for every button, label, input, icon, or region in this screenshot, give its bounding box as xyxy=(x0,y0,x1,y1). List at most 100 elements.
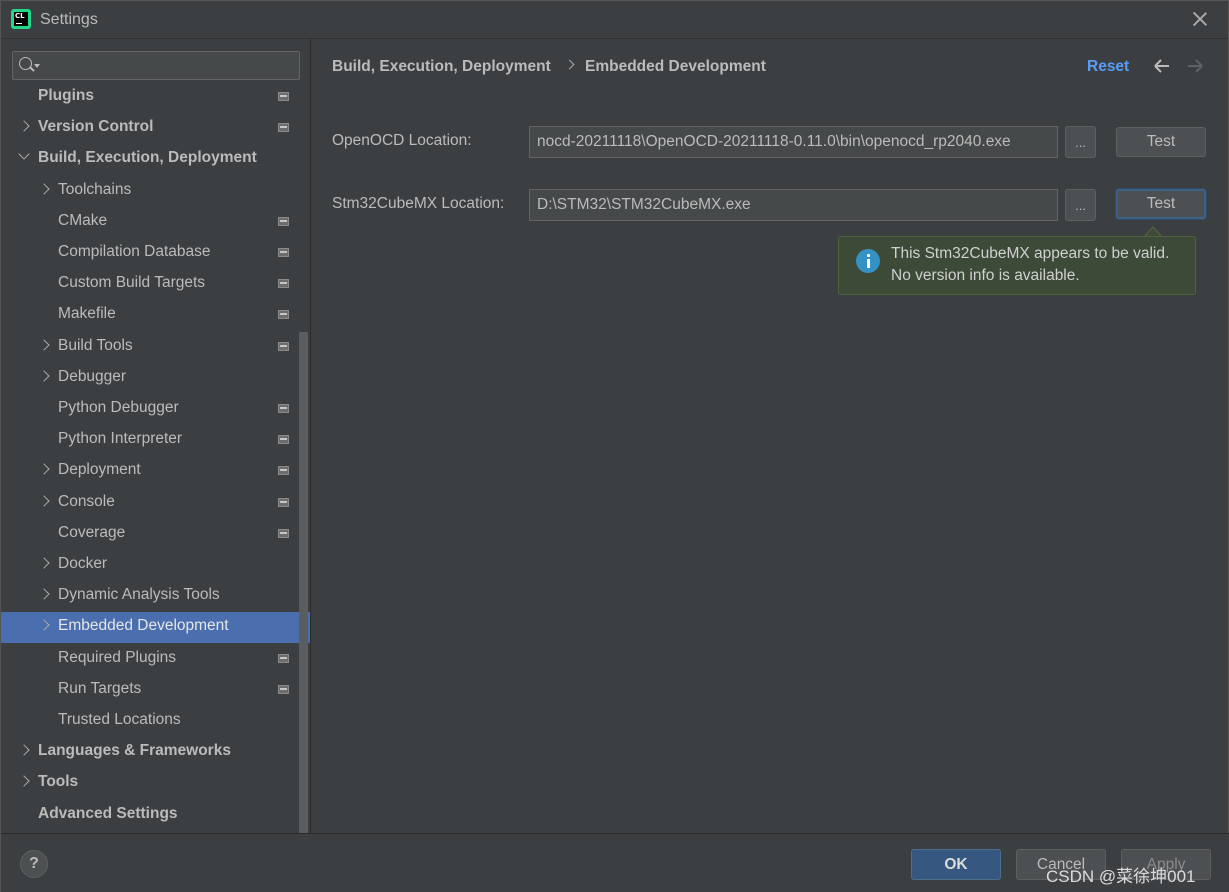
sidebar-item-label: Languages & Frameworks xyxy=(38,742,231,760)
sidebar-item-label: Compilation Database xyxy=(58,243,211,260)
stm32cubemx-location-field[interactable]: D:\STM32\STM32CubeMX.exe xyxy=(529,189,1058,221)
sidebar-item-label: Version Control xyxy=(38,118,154,136)
sidebar-item-trusted-locations[interactable]: Trusted Locations xyxy=(1,706,310,737)
project-level-icon xyxy=(278,341,289,351)
validation-info-balloon: This Stm32CubeMX appears to be valid. No… xyxy=(838,236,1196,295)
sidebar-item-languages-frameworks[interactable]: Languages & Frameworks xyxy=(1,737,310,768)
sidebar-item-build-execution-deployment[interactable]: Build, Execution, Deployment xyxy=(1,144,310,175)
reset-link[interactable]: Reset xyxy=(1087,58,1129,76)
ok-button[interactable]: OK xyxy=(911,849,1001,880)
sidebar-item-label: Build Tools xyxy=(58,336,133,354)
project-level-icon xyxy=(278,279,289,289)
sidebar-item-docker[interactable]: Docker xyxy=(1,550,310,581)
sidebar-item-console[interactable]: Console xyxy=(1,488,310,519)
help-button[interactable]: ? xyxy=(20,850,48,878)
search-icon[interactable] xyxy=(19,57,32,70)
sidebar-item-label: Makefile xyxy=(58,305,116,323)
sidebar-scrollbar[interactable] xyxy=(299,332,308,833)
chevron-right-icon[interactable] xyxy=(18,744,30,756)
project-level-icon xyxy=(278,466,289,476)
openocd-location-field[interactable]: nocd-20211118\OpenOCD-20211118-0.11.0\bi… xyxy=(529,126,1058,158)
sidebar-item-run-targets[interactable]: Run Targets xyxy=(1,675,310,706)
openocd-location-label: OpenOCD Location: xyxy=(332,132,472,149)
back-arrow-icon[interactable] xyxy=(1152,57,1172,75)
sidebar-item-label: Dynamic Analysis Tools xyxy=(58,586,220,604)
chevron-right-icon[interactable] xyxy=(38,463,50,476)
sidebar-item-coverage[interactable]: Coverage xyxy=(1,519,310,550)
sidebar-item-label: Advanced Settings xyxy=(38,804,178,822)
info-icon xyxy=(856,249,880,273)
chevron-right-icon[interactable] xyxy=(38,494,50,507)
sidebar-item-build-tools[interactable]: Build Tools xyxy=(1,332,310,363)
chevron-right-icon[interactable] xyxy=(38,619,50,632)
breadcrumb-current: Embedded Development xyxy=(585,58,766,75)
sidebar-item-label: Embedded Development xyxy=(58,617,229,635)
chevron-right-icon[interactable] xyxy=(38,338,50,351)
sidebar-item-compilation-database[interactable]: Compilation Database xyxy=(1,238,310,269)
sidebar-item-tools[interactable]: Tools xyxy=(1,768,310,799)
sidebar-item-debugger[interactable]: Debugger xyxy=(1,363,310,394)
sidebar-item-label: Deployment xyxy=(58,461,141,479)
dialog-button-bar: ? OK Cancel Apply CSDN @菜徐坤001 xyxy=(1,833,1229,892)
sidebar-item-label: Console xyxy=(58,492,115,510)
sidebar-item-advanced-settings[interactable]: Advanced Settings xyxy=(1,800,310,831)
settings-window: CL Settings Plugins Version Control Build,… xyxy=(0,0,1229,892)
openocd-browse-button[interactable]: ... xyxy=(1065,126,1096,158)
balloon-pointer xyxy=(1144,226,1162,237)
chevron-right-icon[interactable] xyxy=(38,370,50,382)
sidebar-item-label: Debugger xyxy=(58,367,127,385)
search-history-chevron-icon[interactable] xyxy=(34,64,40,68)
chevron-right-icon[interactable] xyxy=(38,588,50,600)
title-bar: CL Settings xyxy=(1,1,1228,39)
search-box[interactable] xyxy=(12,51,300,80)
sidebar-item-dynamic-analysis-tools[interactable]: Dynamic Analysis Tools xyxy=(1,581,310,612)
project-level-icon xyxy=(278,528,289,538)
sidebar-item-embedded-development[interactable]: Embedded Development xyxy=(1,612,310,644)
chevron-right-icon[interactable] xyxy=(38,182,50,195)
sidebar-item-version-control[interactable]: Version Control xyxy=(1,113,310,144)
sidebar-item-cmake[interactable]: CMake xyxy=(1,207,310,238)
project-level-icon xyxy=(278,123,289,133)
sidebar-item-label: Python Debugger xyxy=(58,399,179,416)
clion-app-icon: CL xyxy=(11,9,31,29)
sidebar-item-label: Coverage xyxy=(58,523,126,541)
sidebar-item-label: Custom Build Targets xyxy=(58,274,206,292)
search-input[interactable] xyxy=(43,55,293,76)
sidebar-item-toolchains[interactable]: Toolchains xyxy=(1,176,310,207)
openocd-test-button[interactable]: Test xyxy=(1116,127,1206,157)
breadcrumb-parent[interactable]: Build, Execution, Deployment xyxy=(332,58,551,76)
breadcrumb-separator-icon xyxy=(564,59,575,70)
forward-arrow-icon[interactable] xyxy=(1185,57,1205,75)
sidebar-item-makefile[interactable]: Makefile xyxy=(1,300,310,331)
sidebar-item-plugins[interactable]: Plugins xyxy=(1,82,310,113)
sidebar-item-python-debugger[interactable]: Python Debugger xyxy=(1,394,310,425)
balloon-message-line1: This Stm32CubeMX appears to be valid. xyxy=(891,245,1170,262)
settings-sidebar: Plugins Version Control Build, Execution, … xyxy=(1,39,311,833)
sidebar-item-python-interpreter[interactable]: Python Interpreter xyxy=(1,425,310,456)
sidebar-item-label: CMake xyxy=(58,211,108,229)
chevron-right-icon[interactable] xyxy=(38,557,50,569)
sidebar-item-label: Python Interpreter xyxy=(58,430,183,448)
stm32cubemx-browse-button[interactable]: ... xyxy=(1065,189,1096,221)
stm32cubemx-test-button[interactable]: Test xyxy=(1116,189,1206,219)
stm32cubemx-location-label: Stm32CubeMX Location: xyxy=(332,195,505,212)
close-icon[interactable] xyxy=(1190,9,1210,29)
sidebar-item-required-plugins[interactable]: Required Plugins xyxy=(1,644,310,675)
sidebar-item-deployment[interactable]: Deployment xyxy=(1,456,310,487)
balloon-message-line2: No version info is available. xyxy=(891,267,1080,284)
sidebar-item-label: Required Plugins xyxy=(58,648,177,666)
chevron-right-icon[interactable] xyxy=(18,775,30,788)
sidebar-item-label: Docker xyxy=(58,555,108,572)
sidebar-item-custom-build-targets[interactable]: Custom Build Targets xyxy=(1,269,310,300)
project-level-icon xyxy=(278,216,289,226)
project-level-icon xyxy=(278,404,289,413)
project-level-icon xyxy=(278,497,289,507)
project-level-icon xyxy=(278,435,289,445)
chevron-right-icon[interactable] xyxy=(18,120,30,132)
watermark-text: CSDN @菜徐坤001 xyxy=(1046,867,1196,886)
app-icon-text: CL xyxy=(15,12,25,20)
project-level-icon xyxy=(278,92,289,101)
sidebar-item-label: Run Targets xyxy=(58,679,142,697)
sidebar-item-label: Toolchains xyxy=(58,180,132,198)
chevron-down-icon[interactable] xyxy=(18,148,30,161)
